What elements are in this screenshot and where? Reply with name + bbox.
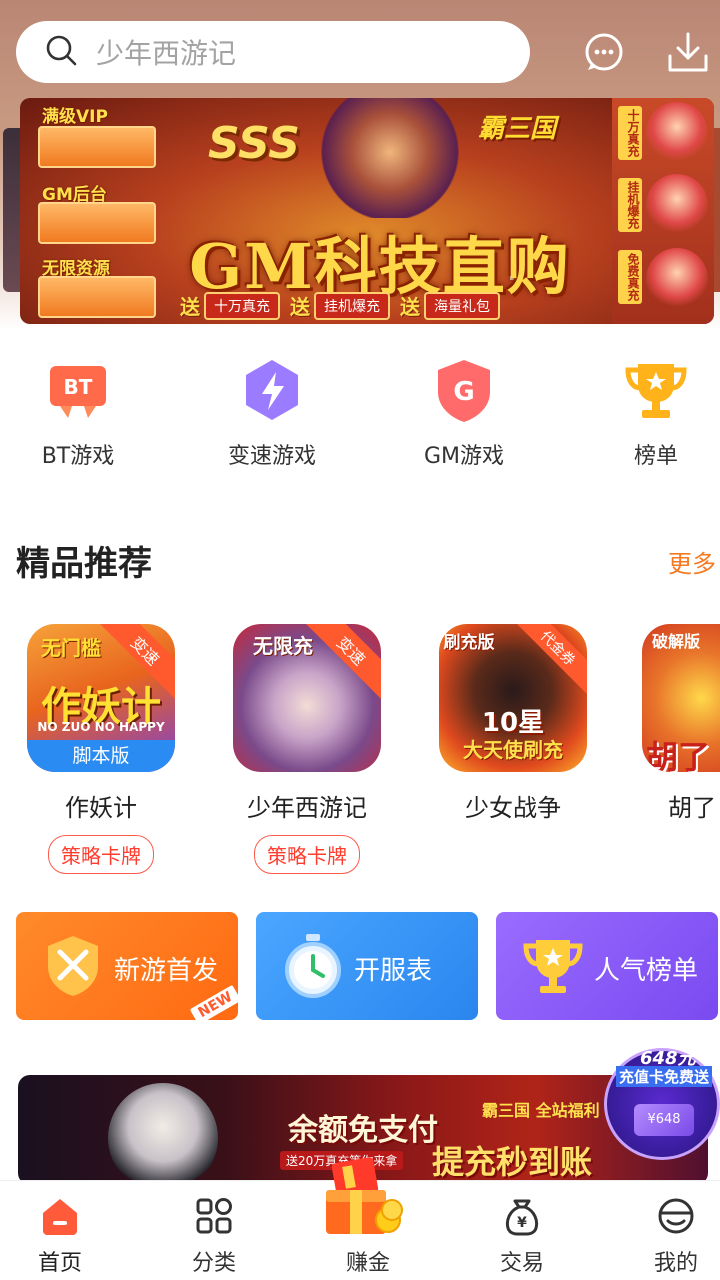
message-icon[interactable] bbox=[582, 30, 626, 74]
hero-banner[interactable]: 满级VIP GM后台 无限资源 SSS 霸三国 吕布 GM科技直购 送 十万真充… bbox=[20, 98, 714, 324]
promo-headline: 余额免支付 bbox=[288, 1113, 438, 1148]
stopwatch-icon bbox=[285, 934, 341, 998]
promo-pill: 挂机爆充 bbox=[314, 291, 390, 320]
gm-shield-icon: G bbox=[438, 360, 490, 422]
tile-label: 新游首发 bbox=[114, 956, 219, 986]
nav-label: 分类 bbox=[191, 1251, 236, 1276]
banner-game-logo: 霸三国 bbox=[478, 114, 557, 144]
promo-prefix: 送 bbox=[180, 295, 200, 319]
banner-figure bbox=[646, 102, 708, 164]
nav-trade[interactable]: ¥ 交易 bbox=[462, 1195, 582, 1277]
game-name: 少女战争 bbox=[465, 794, 561, 822]
nav-profile[interactable]: 我的 bbox=[616, 1195, 720, 1277]
earn-gift-button[interactable] bbox=[318, 1154, 408, 1244]
banner-card bbox=[38, 126, 156, 168]
game-card[interactable]: 刷充版 代金券 10星 大天使刷充 少女战争 bbox=[438, 624, 588, 823]
banner-right-tag: 十万真充 bbox=[618, 106, 642, 160]
trophy-icon bbox=[523, 940, 583, 993]
nav-home[interactable]: 首页 bbox=[0, 1195, 120, 1277]
promo-headline-2: 提充秒到账 bbox=[432, 1143, 593, 1181]
banner-card bbox=[38, 276, 156, 318]
svg-text:BT: BT bbox=[64, 375, 93, 399]
tile-server-list[interactable]: 开服表 bbox=[256, 912, 478, 1020]
game-ribbon: 脚本版 bbox=[27, 740, 175, 772]
game-genre-tag[interactable]: 策略卡牌 bbox=[254, 835, 360, 874]
trophy-icon bbox=[625, 364, 687, 418]
floating-recharge-badge[interactable]: 648元 充值卡免费送 ¥648 bbox=[604, 1040, 720, 1160]
category-bt-games[interactable]: BT BT游戏 bbox=[8, 354, 148, 470]
game-icon: 无门槛 变速 作妖计 NO ZUO NO HAPPY 脚本版 bbox=[27, 624, 175, 772]
category-label: 变速游戏 bbox=[227, 444, 316, 469]
badge-card: ¥648 bbox=[634, 1104, 694, 1136]
tile-popular-rankings[interactable]: 人气榜单 bbox=[496, 912, 718, 1020]
category-rankings[interactable]: 榜单 bbox=[586, 354, 720, 470]
download-icon[interactable] bbox=[666, 30, 710, 74]
category-label: BT游戏 bbox=[41, 444, 115, 469]
game-icon-subtitle: NO ZUO NO HAPPY bbox=[37, 720, 165, 734]
gift-icon bbox=[326, 1157, 403, 1234]
section-more-link[interactable]: 更多 bbox=[668, 544, 716, 579]
home-icon bbox=[43, 1199, 77, 1235]
tile-label: 开服表 bbox=[354, 956, 433, 986]
money-bag-icon: ¥ bbox=[505, 1199, 539, 1236]
tile-label: 人气榜单 bbox=[594, 956, 699, 986]
banner-figure bbox=[646, 174, 708, 236]
banner-tag: 满级VIP bbox=[42, 107, 108, 127]
bt-game-icon: BT bbox=[50, 366, 106, 418]
grid-icon bbox=[196, 1198, 232, 1234]
nav-label: 首页 bbox=[37, 1251, 82, 1276]
game-icon-text: 破解版 bbox=[651, 632, 700, 651]
game-name: 胡了 bbox=[668, 794, 716, 822]
tile-new-games[interactable]: 新游首发 NEW bbox=[16, 912, 238, 1020]
svg-text:G: G bbox=[453, 377, 474, 407]
section-title: 精品推荐 bbox=[16, 544, 152, 584]
banner-right-tag: 免费真充 bbox=[618, 250, 642, 304]
banner-promo-row: 送 十万真充 送 挂机爆充 送 海量礼包 bbox=[180, 291, 510, 320]
category-speed-games[interactable]: 变速游戏 bbox=[202, 354, 342, 470]
banner-right-column: 十万真充 挂机爆充 免费真充 bbox=[612, 98, 714, 324]
game-icon-subtitle: 大天使刷充 bbox=[463, 738, 563, 762]
badge-text: 充值卡免费送 bbox=[616, 1066, 713, 1087]
banner-left-column: 满级VIP GM后台 无限资源 bbox=[28, 98, 178, 324]
new-badge: NEW bbox=[190, 985, 238, 1020]
lightning-icon bbox=[246, 360, 298, 420]
promo-prefix: 送 bbox=[400, 295, 420, 319]
promo-pill: 海量礼包 bbox=[424, 291, 500, 320]
game-icon: 无限充 变速 bbox=[233, 624, 381, 772]
banner-sss-logo: SSS bbox=[208, 118, 300, 169]
banner-figure bbox=[646, 248, 708, 310]
banner-card bbox=[38, 202, 156, 244]
swords-shield-icon bbox=[48, 936, 98, 996]
promo-subline: 霸三国 全站福利 bbox=[482, 1101, 600, 1120]
game-icon: 破解版 胡了 bbox=[642, 624, 720, 772]
game-name: 作妖计 bbox=[65, 794, 137, 822]
banner-hero-figure bbox=[320, 98, 460, 218]
search-bar[interactable]: 少年西游记 bbox=[16, 21, 530, 83]
game-card[interactable]: 无门槛 变速 作妖计 NO ZUO NO HAPPY 脚本版 作妖计 策略卡牌 bbox=[26, 624, 176, 874]
profile-icon bbox=[658, 1198, 694, 1234]
nav-category[interactable]: 分类 bbox=[154, 1195, 274, 1277]
search-placeholder: 少年西游记 bbox=[96, 37, 237, 70]
category-gm-games[interactable]: G GM游戏 bbox=[394, 354, 534, 470]
category-label: 榜单 bbox=[633, 444, 678, 469]
promo-character bbox=[108, 1083, 218, 1185]
game-name: 少年西游记 bbox=[247, 794, 367, 822]
game-card[interactable]: 破解版 胡了 胡了 bbox=[642, 624, 720, 823]
nav-label: 我的 bbox=[653, 1251, 698, 1276]
promo-pill: 十万真充 bbox=[204, 291, 280, 320]
promo-prefix: 送 bbox=[290, 295, 310, 319]
nav-label: 交易 bbox=[499, 1251, 544, 1276]
game-genre-tag[interactable]: 策略卡牌 bbox=[48, 835, 154, 874]
game-icon-title: 胡了 bbox=[645, 738, 710, 772]
category-label: GM游戏 bbox=[423, 444, 505, 469]
search-icon bbox=[44, 33, 78, 71]
game-icon: 刷充版 代金券 10星 大天使刷充 bbox=[439, 624, 587, 772]
svg-text:¥: ¥ bbox=[517, 1215, 527, 1231]
nav-label: 赚金 bbox=[345, 1251, 390, 1276]
game-card[interactable]: 无限充 变速 少年西游记 策略卡牌 bbox=[232, 624, 382, 874]
banner-right-tag: 挂机爆充 bbox=[618, 178, 642, 232]
